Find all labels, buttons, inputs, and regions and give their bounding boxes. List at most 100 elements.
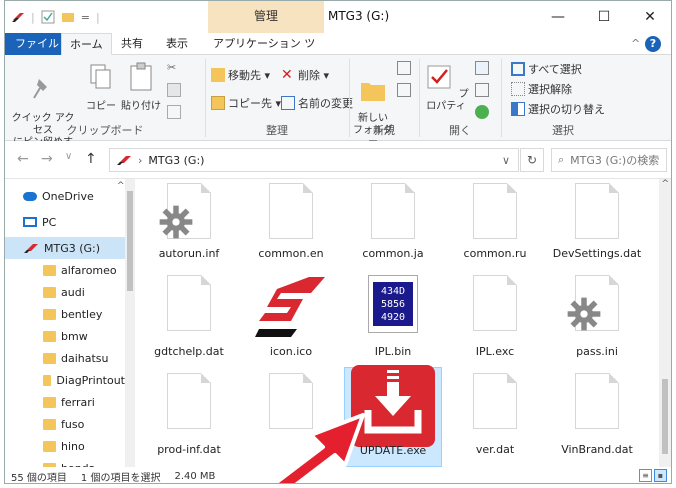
file-item[interactable]: autorun.inf <box>140 179 238 273</box>
blank-file-icon <box>269 183 313 239</box>
nav-item[interactable]: ferrari <box>5 391 125 413</box>
file-item[interactable]: DevSettings.dat <box>548 179 646 273</box>
up-arrow-icon[interactable]: ↑ <box>85 151 97 167</box>
nav-item[interactable]: PC <box>5 211 125 233</box>
recent-chevron-icon[interactable]: ∨ <box>65 151 72 162</box>
minimize-button[interactable]: — <box>535 1 581 33</box>
nav-scrollbar[interactable] <box>125 179 135 467</box>
file-item[interactable]: gdtchelp.dat <box>140 269 238 369</box>
breadcrumb-path[interactable]: MTG3 (G:) <box>148 154 204 167</box>
nav-scroll-thumb[interactable] <box>127 191 133 291</box>
file-item[interactable]: VinBrand.dat <box>548 367 646 467</box>
properties-button[interactable]: プロパティ <box>423 61 469 113</box>
copy-path-button[interactable] <box>167 83 181 97</box>
item-count: 55 個の項目 <box>11 472 67 484</box>
nav-scroll-up-icon[interactable]: ^ <box>117 181 125 191</box>
copy-icon <box>90 64 111 89</box>
tab-application-tools[interactable]: アプリケーション ツール <box>205 33 325 72</box>
history-icon <box>475 105 489 119</box>
nav-item[interactable]: alfaromeo <box>5 259 125 281</box>
copy-button[interactable]: コピー <box>83 61 119 113</box>
select-all-label: すべて選択 <box>528 63 582 76</box>
address-box[interactable]: › MTG3 (G:) ∨ <box>109 148 519 172</box>
folder-icon <box>43 440 56 452</box>
large-icons-view-icon[interactable]: ▪ <box>654 469 667 482</box>
nav-item[interactable]: MTG3 (G:) <box>5 237 125 259</box>
breadcrumb-separator: › <box>138 153 143 167</box>
select-all-button[interactable]: すべて選択 <box>511 61 582 77</box>
invert-selection-label: 選択の切り替え <box>528 103 605 116</box>
file-item[interactable]: prod-inf.dat <box>140 367 238 467</box>
pc-icon <box>23 217 37 227</box>
window-title: MTG3 (G:) <box>328 9 390 23</box>
delete-button[interactable]: ✕ 削除 ▾ <box>281 67 329 83</box>
help-icon[interactable]: ? <box>645 36 661 52</box>
file-name: icon.ico <box>269 345 313 358</box>
tab-view[interactable]: 表示 <box>158 33 196 55</box>
nav-item[interactable]: bmw <box>5 325 125 347</box>
group-divider <box>501 59 502 137</box>
forward-arrow-icon[interactable]: → <box>41 151 53 167</box>
rename-button[interactable]: 名前の変更 <box>281 95 353 111</box>
easy-access-button[interactable] <box>397 83 411 97</box>
nav-item[interactable]: audi <box>5 281 125 303</box>
nav-item-label: bmw <box>61 329 88 343</box>
file-name: autorun.inf <box>158 247 220 260</box>
file-item[interactable]: icon.ico <box>242 269 340 369</box>
file-name: gdtchelp.dat <box>154 345 224 358</box>
tab-file[interactable]: ファイル <box>5 33 69 55</box>
nav-item[interactable]: fuso <box>5 413 125 435</box>
paste-shortcut-button[interactable] <box>167 105 181 119</box>
refresh-button[interactable]: ↻ <box>520 148 544 172</box>
nav-item[interactable]: hino <box>5 435 125 457</box>
snapon-logo-icon[interactable] <box>11 10 25 24</box>
file-item[interactable]: ver.dat <box>446 367 544 467</box>
history-button[interactable] <box>475 105 489 119</box>
copy-to-button[interactable]: コピー先 ▾ <box>211 95 281 111</box>
nav-item[interactable]: bentley <box>5 303 125 325</box>
file-name: IPL.exc <box>475 345 515 358</box>
select-group: すべて選択 選択解除 選択の切り替え 選択 <box>503 55 623 141</box>
file-item[interactable]: IPL.exc <box>446 269 544 369</box>
nav-item[interactable]: OneDrive <box>5 185 125 207</box>
move-to-button[interactable]: 移動先 ▾ <box>211 67 270 83</box>
nav-item[interactable]: DiagPrintout <box>5 369 125 391</box>
select-none-label: 選択解除 <box>528 83 572 96</box>
new-item-button[interactable] <box>397 61 411 75</box>
address-dropdown-icon[interactable]: ∨ <box>502 154 510 167</box>
gear-overlay-icon <box>159 205 193 239</box>
new-folder-icon[interactable] <box>61 10 75 24</box>
delete-x-icon: ✕ <box>281 67 293 83</box>
file-item[interactable]: common.ja <box>344 179 442 273</box>
address-bar-row: ← → ∨ ↑ › MTG3 (G:) ∨ ↻ ⌕ MTG3 (G:)の検索 <box>5 141 671 179</box>
new-folder-icon <box>361 83 385 101</box>
content-scrollbar[interactable] <box>659 179 671 467</box>
content-scroll-up-icon[interactable]: ^ <box>661 179 669 189</box>
maximize-button[interactable]: ☐ <box>581 1 627 33</box>
tab-home[interactable]: ホーム <box>61 33 112 55</box>
select-none-button[interactable]: 選択解除 <box>511 81 572 97</box>
file-item[interactable]: pass.ini <box>548 269 646 369</box>
open-button[interactable] <box>475 61 489 75</box>
tab-share[interactable]: 共有 <box>113 33 151 55</box>
close-button[interactable]: ✕ <box>627 1 671 33</box>
blank-file-icon <box>473 275 517 331</box>
qat-dropdown-icon[interactable]: = <box>81 11 90 24</box>
back-arrow-icon[interactable]: ← <box>17 151 29 167</box>
properties-check-icon[interactable] <box>41 10 55 24</box>
file-item[interactable]: common.en <box>242 179 340 273</box>
details-view-icon[interactable]: ≡ <box>639 469 652 482</box>
edit-button[interactable] <box>475 83 489 97</box>
file-name: VinBrand.dat <box>561 443 633 456</box>
search-box[interactable]: ⌕ MTG3 (G:)の検索 <box>551 148 667 172</box>
file-item[interactable]: 434D 5856 4920 IPL.bin <box>344 269 442 369</box>
content-scroll-thumb[interactable] <box>662 379 668 454</box>
nav-item[interactable]: daihatsu <box>5 347 125 369</box>
rename-label: 名前の変更 <box>298 97 353 110</box>
paste-button[interactable]: 貼り付け <box>121 61 161 113</box>
invert-selection-button[interactable]: 選択の切り替え <box>511 101 605 117</box>
cut-button[interactable]: ✂ <box>167 61 181 75</box>
file-item[interactable]: common.ru <box>446 179 544 273</box>
folder-icon <box>43 264 56 276</box>
blank-file-icon <box>473 373 517 429</box>
